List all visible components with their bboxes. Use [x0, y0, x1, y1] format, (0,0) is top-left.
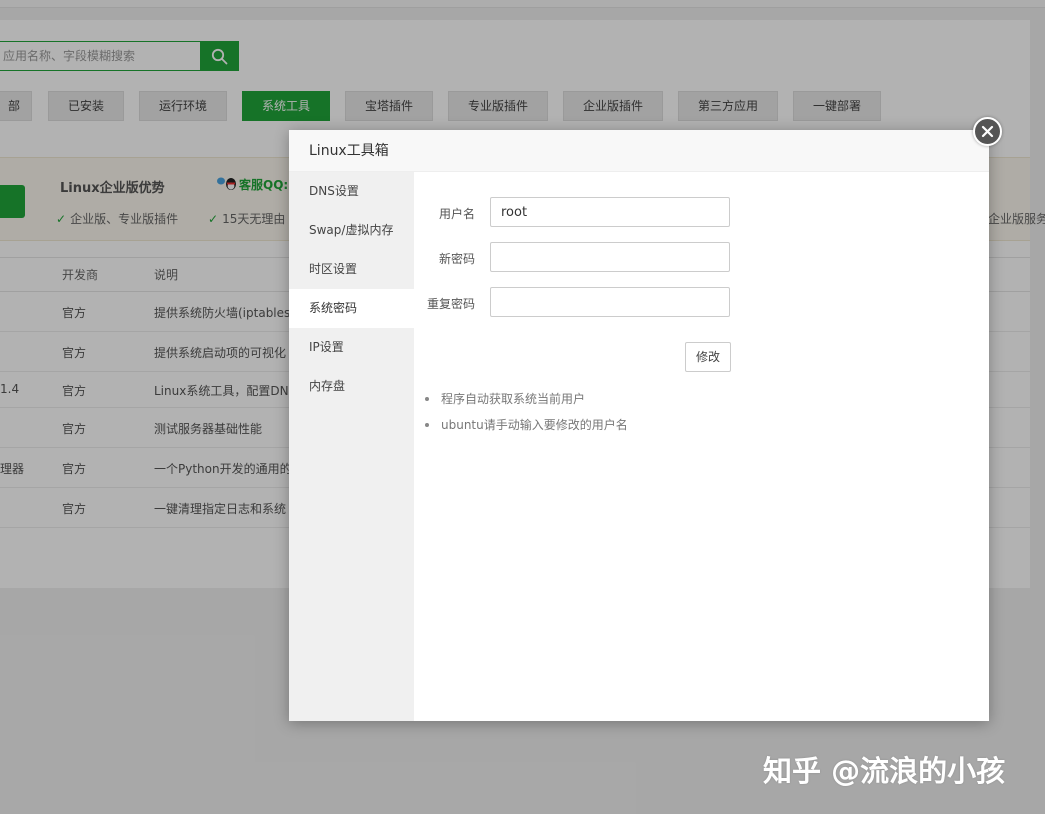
new-password-label: 新密码 [438, 252, 475, 266]
sidebar-item-ip[interactable]: IP设置 [289, 328, 414, 367]
watermark: 知乎 @流浪的小孩 [763, 754, 1006, 788]
linux-toolbox-dialog: Linux工具箱 DNS设置 Swap/虚拟内存 时区设置 系统密码 IP设置 … [289, 130, 989, 721]
repeat-password-input[interactable] [490, 287, 730, 317]
tip-item: 程序自动获取系统当前用户 [425, 391, 628, 417]
username-input[interactable] [490, 197, 730, 227]
sidebar-item-timezone[interactable]: 时区设置 [289, 250, 414, 289]
sidebar-item-swap[interactable]: Swap/虚拟内存 [289, 211, 414, 250]
close-button[interactable] [973, 117, 1002, 146]
sidebar-item-system-password[interactable]: 系统密码 [289, 289, 414, 328]
new-password-input[interactable] [490, 242, 730, 272]
dialog-title: Linux工具箱 [289, 130, 989, 172]
tips-list: 程序自动获取系统当前用户 ubuntu请手动输入要修改的用户名 [425, 391, 628, 443]
close-icon [981, 125, 994, 138]
tip-item: ubuntu请手动输入要修改的用户名 [425, 417, 628, 443]
dialog-sidebar: DNS设置 Swap/虚拟内存 时区设置 系统密码 IP设置 内存盘 [289, 172, 414, 721]
modify-button[interactable]: 修改 [685, 342, 731, 372]
sidebar-item-dns[interactable]: DNS设置 [289, 172, 414, 211]
repeat-password-label: 重复密码 [426, 297, 475, 311]
username-label: 用户名 [438, 207, 475, 221]
sidebar-item-ramdisk[interactable]: 内存盘 [289, 367, 414, 406]
